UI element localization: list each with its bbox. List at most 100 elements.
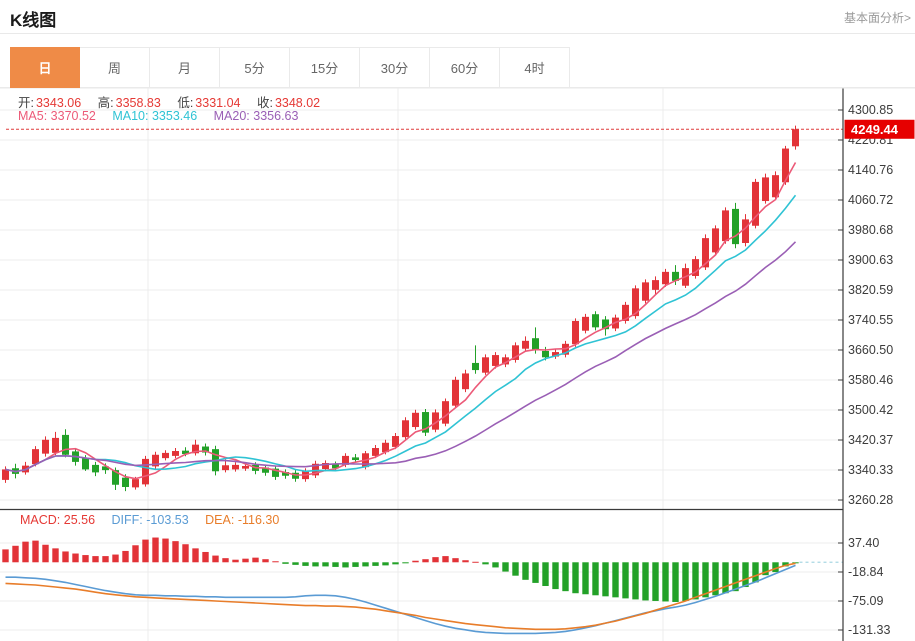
macd-bar-positive	[212, 555, 219, 563]
candle-down	[542, 350, 549, 358]
macd-bar-positive	[32, 540, 39, 563]
macd-bar-negative	[302, 562, 309, 566]
candle-up	[132, 479, 139, 488]
axis-tick-label: -18.84	[848, 565, 883, 579]
macd-bar-positive	[232, 559, 239, 563]
axis-tick-label: -75.09	[848, 594, 883, 608]
macd-bar-positive	[182, 544, 189, 563]
axis-tick-label: 37.40	[848, 536, 879, 550]
macd-bar-negative	[382, 562, 389, 566]
ma20-label: MA20:	[213, 109, 250, 123]
candle-up	[722, 210, 729, 242]
candle-up	[372, 448, 379, 456]
high-value: 3358.83	[115, 96, 161, 110]
macd-bar-negative	[482, 562, 489, 565]
ma10-line	[5, 194, 797, 473]
axis-tick-label: -131.33	[848, 623, 890, 637]
macd-bar-positive	[432, 557, 439, 563]
macd-bar-positive	[22, 541, 29, 563]
macd-histogram	[2, 537, 799, 602]
macd-label: MACD:	[20, 513, 61, 527]
macd-bar-negative	[732, 562, 739, 592]
axis-tick-label: 3580.46	[848, 373, 893, 387]
macd-bar-positive	[252, 557, 259, 563]
macd-bar-positive	[92, 556, 99, 563]
axis-tick-label: 3260.28	[848, 493, 893, 507]
macd-bar-negative	[492, 562, 499, 568]
candle-down	[82, 458, 89, 470]
macd-bar-positive	[112, 554, 119, 563]
candle-up	[142, 458, 149, 485]
axis-tick-label: 3420.37	[848, 433, 893, 447]
low-label: 低:	[177, 96, 194, 110]
open-label: 开:	[18, 96, 34, 110]
macd-bar-positive	[62, 551, 69, 563]
tab-5分[interactable]: 5分	[220, 47, 290, 88]
macd-bar-negative	[292, 562, 299, 565]
macd-bar-negative	[682, 562, 689, 601]
tab-60分[interactable]: 60分	[430, 47, 500, 88]
macd-bar-negative	[612, 562, 619, 598]
macd-bar-positive	[142, 539, 149, 563]
candle-up	[482, 357, 489, 373]
candle-up	[412, 412, 419, 428]
macd-bar-positive	[242, 558, 249, 563]
tab-月[interactable]: 月	[150, 47, 220, 88]
macd-bar-positive	[202, 551, 209, 563]
candle-down	[62, 434, 69, 455]
macd-bar-positive	[412, 560, 419, 563]
candle-up	[492, 355, 499, 366]
axis-tick-label: 3740.55	[848, 313, 893, 327]
macd-bar-positive	[122, 550, 129, 563]
candle-up	[52, 437, 59, 453]
macd-bar-negative	[642, 562, 649, 601]
candle-up	[402, 420, 409, 438]
dea-value: -116.30	[237, 513, 280, 527]
diff-value: -103.53	[146, 513, 189, 527]
macd-bar-negative	[582, 562, 589, 595]
macd-bar-negative	[672, 562, 679, 602]
macd-bar-negative	[522, 562, 529, 580]
candle-up	[2, 469, 9, 480]
tab-30分[interactable]: 30分	[360, 47, 430, 88]
price-axis-labels: 4300.854220.814140.764060.723980.683900.…	[838, 103, 893, 507]
macd-bar-negative	[572, 562, 579, 594]
tab-15分[interactable]: 15分	[290, 47, 360, 88]
tab-4时[interactable]: 4时	[500, 47, 570, 88]
low-value: 3331.04	[195, 96, 241, 110]
macd-bar-negative	[552, 562, 559, 590]
macd-bar-positive	[272, 561, 279, 563]
macd-bar-positive	[192, 548, 199, 563]
close-value: 3348.02	[274, 96, 321, 110]
candle-up	[522, 340, 529, 349]
ma5-value: 3370.52	[50, 109, 96, 123]
macd-bar-positive	[172, 541, 179, 563]
candle-up	[452, 379, 459, 406]
ma10-label: MA10:	[112, 109, 149, 123]
candle-up	[162, 452, 169, 459]
candle-up	[582, 316, 589, 331]
macd-bar-negative	[332, 562, 339, 567]
macd-bar-negative	[662, 562, 669, 602]
macd-bar-negative	[542, 562, 549, 587]
tab-日[interactable]: 日	[10, 47, 80, 88]
macd-bar-negative	[372, 562, 379, 566]
candle-up	[792, 129, 799, 147]
high-label: 高:	[97, 96, 114, 110]
axis-tick-label: 3980.68	[848, 223, 893, 237]
macd-bar-negative	[502, 562, 509, 572]
candle-up	[642, 282, 649, 301]
tab-周[interactable]: 周	[80, 47, 150, 88]
close-label: 收:	[256, 96, 273, 110]
axis-tick-label: 3500.42	[848, 403, 893, 417]
macd-bar-negative	[622, 562, 629, 599]
candle-down	[352, 457, 359, 461]
macd-bar-negative	[742, 562, 749, 588]
macd-bar-positive	[2, 549, 9, 563]
candle-up	[572, 320, 579, 345]
macd-bar-negative	[752, 562, 759, 583]
ma5-label: MA5:	[18, 109, 48, 123]
macd-bar-negative	[652, 562, 659, 601]
macd-bar-positive	[462, 560, 469, 563]
macd-bar-negative	[392, 562, 399, 565]
